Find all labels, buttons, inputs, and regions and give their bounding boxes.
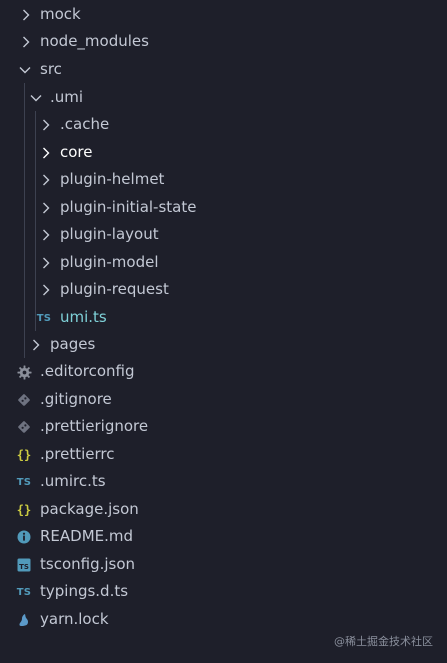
explorer-item-label: node_modules [40,32,149,50]
watermark: @稀土掘金技术社区 [334,635,433,648]
explorer-item-readme[interactable]: README.md [0,523,447,550]
explorer-item-prettierrc[interactable]: {} .prettierrc [0,441,447,468]
explorer-item-label: plugin-layout [60,225,159,243]
yarn-icon [16,612,32,628]
chevron-right-icon [40,174,52,186]
explorer-item-label: .umirc.ts [40,472,106,490]
explorer-item-label: mock [40,5,81,23]
explorer-item-label: README.md [40,527,134,545]
typescript-icon: TS [36,312,52,324]
chevron-down-icon [19,64,31,76]
chevron-right-icon [40,229,52,241]
explorer-item-label: plugin-model [60,253,159,271]
explorer-item-plugin-layout[interactable]: plugin-layout [0,221,447,248]
explorer-item-label: core [60,143,93,161]
chevron-right-icon [30,339,42,351]
explorer-item-label: .prettierrc [40,445,115,463]
tsconfig-icon: TS [16,557,32,573]
typescript-icon: TS [16,476,32,488]
explorer-item-label: .editorconfig [40,362,135,380]
chevron-down-icon [30,92,42,104]
explorer-item-yarn-lock[interactable]: yarn.lock [0,606,447,633]
explorer-item-node-modules[interactable]: node_modules [0,28,447,55]
git-icon [16,392,32,408]
explorer-item-gitignore[interactable]: .gitignore [0,386,447,413]
chevron-right-icon [40,284,52,296]
explorer-item-plugin-initial-state[interactable]: plugin-initial-state [0,194,447,221]
explorer-item-umi-ts[interactable]: TS umi.ts [0,304,447,331]
explorer-item-label: .umi [50,88,84,106]
explorer-item-tsconfig-json[interactable]: TS tsconfig.json [0,551,447,578]
explorer-item-plugin-model[interactable]: plugin-model [0,249,447,276]
explorer-item-label: .gitignore [40,390,112,408]
json-icon: {} [16,502,32,517]
json-icon: {} [16,447,32,462]
explorer-item-pages[interactable]: pages [0,331,447,358]
explorer-item-package-json[interactable]: {} package.json [0,496,447,523]
explorer-item-label: umi.ts [60,308,107,326]
explorer-item-plugin-request[interactable]: plugin-request [0,276,447,303]
explorer-item-label: yarn.lock [40,610,109,628]
info-icon [16,529,32,545]
chevron-right-icon [40,147,52,159]
chevron-right-icon [40,202,52,214]
explorer-item-editorconfig[interactable]: .editorconfig [0,358,447,385]
explorer-item-label: package.json [40,500,139,518]
explorer-item-label: plugin-helmet [60,170,165,188]
chevron-right-icon [20,36,32,48]
svg-text:TS: TS [19,563,29,571]
explorer-item-label: src [40,60,62,78]
chevron-right-icon [40,119,52,131]
explorer-item-plugin-helmet[interactable]: plugin-helmet [0,166,447,193]
typescript-icon: TS [16,586,32,598]
explorer-item-cache[interactable]: .cache [0,111,447,138]
explorer-item-label: pages [50,335,96,353]
explorer-item-label: tsconfig.json [40,555,136,573]
explorer-item-core[interactable]: core [0,139,447,166]
explorer-item-label: .cache [60,115,110,133]
chevron-right-icon [40,257,52,269]
explorer-item-umi[interactable]: .umi [0,84,447,111]
chevron-right-icon [20,9,32,21]
explorer-item-typings-d-ts[interactable]: TS typings.d.ts [0,578,447,605]
explorer-item-prettierignore[interactable]: .prettierignore [0,413,447,440]
explorer-item-label: .prettierignore [40,417,149,435]
explorer-item-umirc-ts[interactable]: TS .umirc.ts [0,468,447,495]
git-icon [16,419,32,435]
gear-icon [16,364,32,380]
explorer-item-mock[interactable]: mock [0,1,447,28]
explorer-item-src[interactable]: src [0,56,447,83]
file-explorer-tree: mock node_modules src .umi .cache core p… [0,0,447,663]
explorer-item-label: typings.d.ts [40,582,129,600]
explorer-item-label: plugin-initial-state [60,198,197,216]
explorer-item-label: plugin-request [60,280,169,298]
